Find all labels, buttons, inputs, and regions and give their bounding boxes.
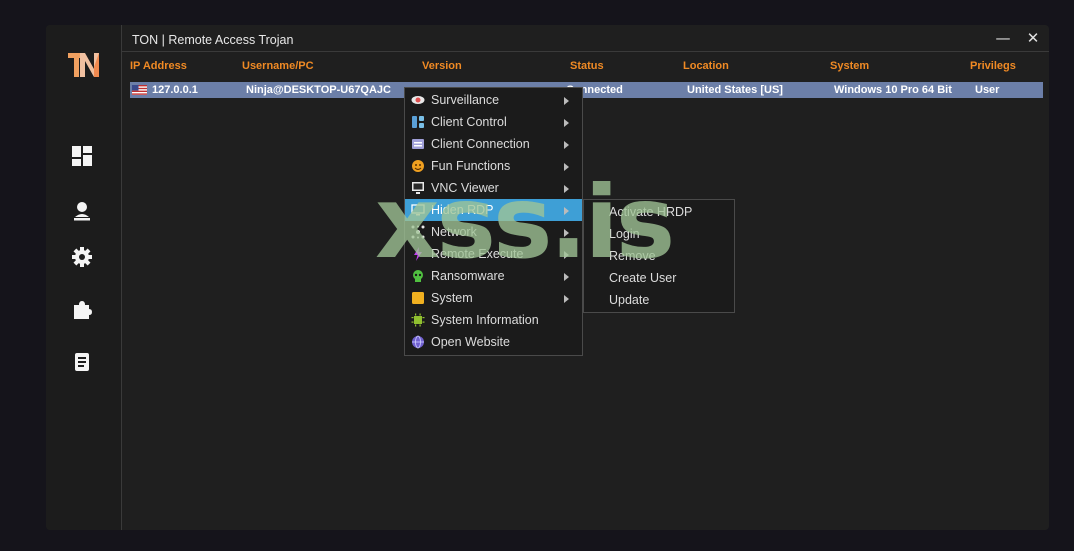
menu-item-system-information[interactable]: System Information bbox=[405, 309, 582, 331]
connection-icon bbox=[412, 139, 424, 149]
cell-privileges: User bbox=[975, 84, 1000, 96]
chip-icon bbox=[411, 313, 425, 327]
menu-label: Network bbox=[431, 225, 477, 239]
submenu-arrow-icon bbox=[564, 207, 569, 215]
notes-icon[interactable] bbox=[71, 351, 95, 375]
rdp-submenu: Activate HRDP Login Remove Create User U… bbox=[583, 199, 735, 313]
lightning-icon bbox=[414, 247, 422, 261]
cell-system: Windows 10 Pro 64 Bit bbox=[834, 84, 952, 96]
submenu-arrow-icon bbox=[564, 273, 569, 281]
menu-label: Hiden RDP bbox=[431, 203, 494, 217]
cell-ip: 127.0.0.1 bbox=[152, 84, 198, 96]
menu-label: System bbox=[431, 291, 473, 305]
col-location[interactable]: Location bbox=[683, 60, 729, 72]
menu-item-fun-functions[interactable]: Fun Functions bbox=[405, 155, 582, 177]
control-icon bbox=[412, 116, 424, 128]
menu-item-system[interactable]: System bbox=[405, 287, 582, 309]
close-button[interactable]: ✕ bbox=[1023, 28, 1043, 48]
submenu-arrow-icon bbox=[564, 251, 569, 259]
col-status[interactable]: Status bbox=[570, 60, 604, 72]
rdp-icon bbox=[411, 204, 425, 216]
submenu-arrow-icon bbox=[564, 119, 569, 127]
menu-label: Client Connection bbox=[431, 137, 530, 151]
eye-icon bbox=[411, 96, 425, 104]
fun-icon bbox=[412, 160, 424, 172]
menu-label: Ransomware bbox=[431, 269, 505, 283]
dashboard-icon[interactable] bbox=[71, 145, 95, 169]
skull-icon bbox=[413, 270, 423, 282]
monitor-icon bbox=[412, 182, 424, 194]
ton-logo: N bbox=[66, 47, 102, 83]
menu-label: Open Website bbox=[431, 335, 510, 349]
menu-label: Remote Execute bbox=[431, 247, 524, 261]
network-icon bbox=[411, 225, 425, 239]
submenu-label: Login bbox=[609, 227, 640, 241]
submenu-item-login[interactable]: Login bbox=[584, 223, 734, 245]
settings-icon[interactable] bbox=[71, 246, 95, 270]
us-flag-icon bbox=[132, 85, 147, 95]
menu-label: Surveillance bbox=[431, 93, 500, 107]
submenu-item-activate-hrdp[interactable]: Activate HRDP bbox=[584, 201, 734, 223]
menu-label: System Information bbox=[431, 313, 539, 327]
submenu-arrow-icon bbox=[564, 229, 569, 237]
submenu-item-create-user[interactable]: Create User bbox=[584, 267, 734, 289]
cell-location: United States [US] bbox=[687, 84, 783, 96]
col-username[interactable]: Username/PC bbox=[242, 60, 314, 72]
table-header: IP Address Username/PC Version Status Lo… bbox=[122, 51, 1049, 79]
submenu-label: Create User bbox=[609, 271, 677, 285]
submenu-item-remove[interactable]: Remove bbox=[584, 245, 734, 267]
submenu-arrow-icon bbox=[564, 185, 569, 193]
submenu-arrow-icon bbox=[564, 141, 569, 149]
table-row[interactable]: 127.0.0.1 Ninja@DESKTOP-U67QAJC Connecte… bbox=[130, 82, 1043, 98]
menu-label: Client Control bbox=[431, 115, 507, 129]
col-version[interactable]: Version bbox=[422, 60, 462, 72]
menu-item-client-connection[interactable]: Client Connection bbox=[405, 133, 582, 155]
system-icon bbox=[412, 292, 424, 304]
menu-label: Fun Functions bbox=[431, 159, 511, 173]
user-icon[interactable] bbox=[71, 200, 95, 224]
menu-item-client-control[interactable]: Client Control bbox=[405, 111, 582, 133]
title-bar: TON | Remote Access Trojan — ✕ bbox=[122, 25, 1049, 52]
menu-item-vnc-viewer[interactable]: VNC Viewer bbox=[405, 177, 582, 199]
menu-label: VNC Viewer bbox=[431, 181, 499, 195]
sidebar: N bbox=[46, 25, 122, 530]
col-system[interactable]: System bbox=[830, 60, 869, 72]
menu-item-surveillance[interactable]: Surveillance bbox=[405, 89, 582, 111]
submenu-label: Activate HRDP bbox=[609, 205, 693, 219]
context-menu: Surveillance Client Control Client Conne… bbox=[404, 87, 583, 356]
col-privileges[interactable]: Privilegs bbox=[970, 60, 1016, 72]
menu-item-open-website[interactable]: Open Website bbox=[405, 331, 582, 353]
globe-icon bbox=[412, 335, 424, 349]
submenu-arrow-icon bbox=[564, 295, 569, 303]
submenu-label: Remove bbox=[609, 249, 656, 263]
submenu-label: Update bbox=[609, 293, 650, 307]
col-ip-address[interactable]: IP Address bbox=[130, 60, 187, 72]
submenu-arrow-icon bbox=[564, 163, 569, 171]
menu-item-hiden-rdp[interactable]: Hiden RDP bbox=[405, 199, 582, 221]
submenu-item-update[interactable]: Update bbox=[584, 289, 734, 311]
window-title: TON | Remote Access Trojan bbox=[132, 33, 294, 47]
submenu-arrow-icon bbox=[564, 97, 569, 105]
minimize-button[interactable]: — bbox=[993, 28, 1013, 48]
cell-user: Ninja@DESKTOP-U67QAJC bbox=[246, 84, 391, 96]
plugin-icon[interactable] bbox=[71, 299, 95, 323]
menu-item-network[interactable]: Network bbox=[405, 221, 582, 243]
menu-item-ransomware[interactable]: Ransomware bbox=[405, 265, 582, 287]
menu-item-remote-execute[interactable]: Remote Execute bbox=[405, 243, 582, 265]
